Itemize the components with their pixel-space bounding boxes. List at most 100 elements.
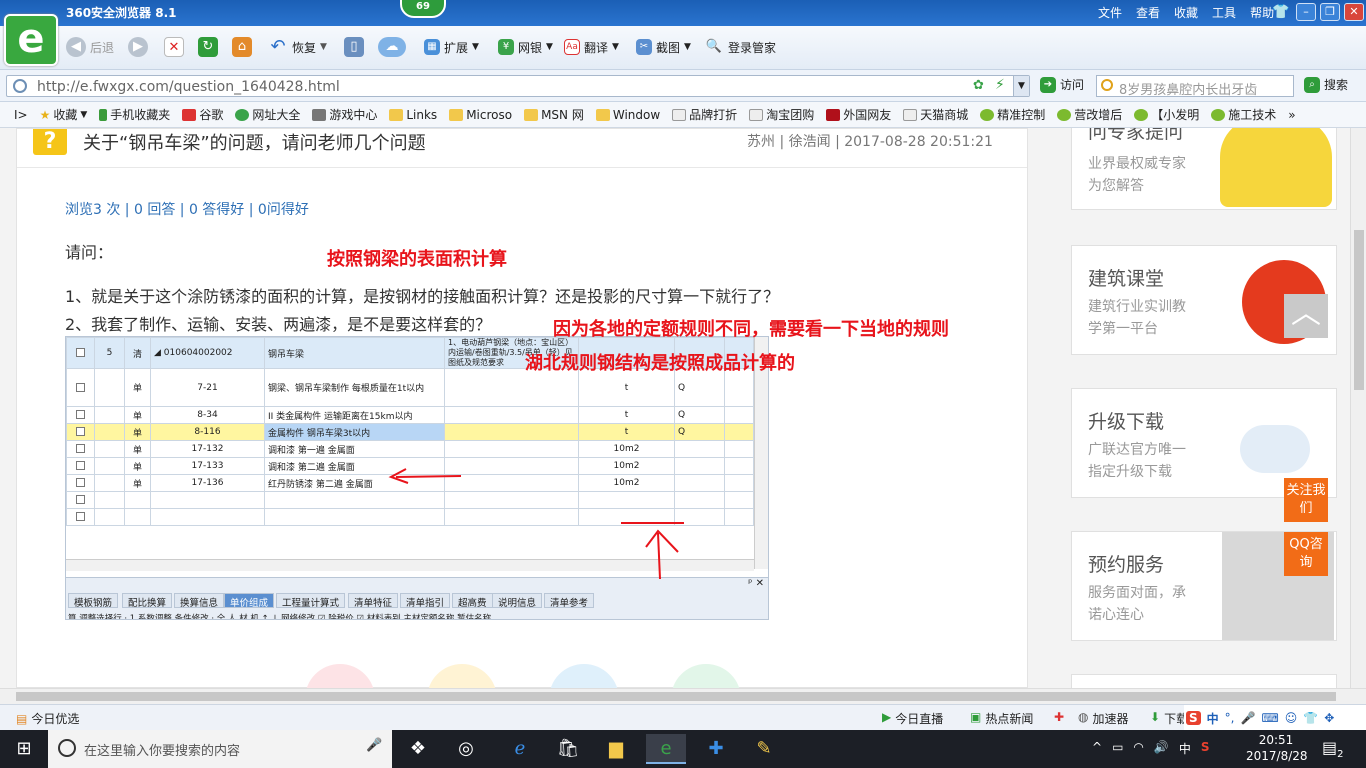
annotation-surface-area: 按照钢梁的表面积计算 (327, 249, 507, 270)
bookmark-item[interactable]: 手机收藏夹 (99, 106, 170, 123)
edge-legacy-icon[interactable]: ◎ (446, 734, 486, 764)
speed-icon: ◍ (1078, 710, 1089, 724)
clock[interactable]: 20:51 2017/8/28 (1246, 732, 1308, 764)
windows-start-icon[interactable]: ⊞ (4, 734, 44, 764)
bookmark-item[interactable]: 品牌打折 (672, 106, 737, 123)
follow-us-button[interactable]: 关注我们 (1284, 478, 1328, 522)
share-icon[interactable] (549, 664, 619, 688)
cloud-button[interactable]: ☁ (378, 34, 406, 60)
home-button[interactable]: ⌂ (232, 34, 252, 60)
ask-label: 请问： (65, 243, 114, 262)
folder-icon (595, 108, 610, 121)
star-icon[interactable] (427, 664, 497, 688)
ime-toolbar[interactable]: S 中 °, 🎤 ⌨ ☺ 👕 ✥ (1184, 705, 1366, 731)
sidebar-toggle-icon[interactable]: I> (14, 108, 28, 122)
back-button[interactable]: ◀ 后退 (66, 34, 114, 60)
bookmark-item[interactable]: 淘宝团购 (749, 106, 814, 123)
browser-360-icon[interactable]: e (646, 734, 686, 764)
bookmark-item[interactable]: 【小发明 (1134, 106, 1199, 123)
cortana-icon (58, 739, 76, 757)
translate-button[interactable]: Aa 翻译 ▼ (564, 34, 619, 60)
bookmark-item[interactable]: 谷歌 (182, 106, 223, 123)
menu-help[interactable]: 帮助 (1250, 4, 1274, 21)
menu-tools[interactable]: 工具 (1212, 4, 1236, 21)
divider (17, 167, 1027, 168)
arrow-right-icon: ▶ (128, 37, 148, 57)
maximize-button[interactable]: ❐ (1320, 3, 1340, 21)
menu-file[interactable]: 文件 (1098, 4, 1122, 21)
wifi-icon[interactable]: ◠ (1133, 740, 1143, 757)
bookmark-item[interactable]: 天猫商城 (903, 106, 968, 123)
bookmark-item[interactable]: Microso (449, 108, 512, 122)
bookmark-item[interactable]: MSN 网 (524, 106, 584, 123)
close-button[interactable]: ✕ (1344, 3, 1364, 21)
phone-button[interactable]: ▯ (344, 34, 364, 60)
minimize-button[interactable]: – (1296, 3, 1316, 21)
menu-view[interactable]: 查看 (1136, 4, 1160, 21)
lightning-icon[interactable]: ⚡ (995, 77, 1005, 93)
search-input[interactable]: 8岁男孩鼻腔内长出牙齿 (1096, 75, 1294, 98)
visit-button[interactable]: ➔ 访问 (1040, 76, 1084, 93)
browser-logo[interactable]: e (4, 14, 58, 66)
emoji-icon: ☺ (1284, 711, 1298, 725)
gamepad-icon (312, 108, 327, 121)
stop-button[interactable]: ✕ (164, 34, 184, 60)
bookmark-item[interactable]: 施工技术 (1211, 106, 1276, 123)
url-dropdown-icon[interactable]: ▼ (1013, 76, 1029, 96)
site-icon (235, 108, 250, 121)
sogou-tray-icon[interactable]: S (1201, 740, 1210, 757)
notification-icon[interactable]: ▤2 (1322, 738, 1344, 760)
bookmark-item[interactable]: Links (389, 108, 437, 122)
hot-news[interactable]: ▣ 热点新闻 (970, 710, 1033, 727)
score-badge[interactable]: 69 (400, 0, 446, 18)
horizontal-scrollbar[interactable] (0, 688, 1366, 704)
like-icon[interactable] (305, 664, 375, 688)
url-input[interactable]: http://e.fwxgx.com/question_1640428.html… (6, 75, 1030, 97)
forward-button[interactable]: ▶ (128, 34, 148, 60)
bookmark-favorites[interactable]: ★ 收藏 ▼ (40, 106, 88, 123)
scrollbar-thumb[interactable] (1354, 230, 1364, 390)
file-explorer-icon[interactable]: ▆ (596, 734, 636, 764)
key-icon: 🔍 (705, 39, 723, 54)
battery-icon[interactable]: ▭ (1112, 740, 1123, 757)
flag-icon (826, 108, 841, 121)
today-live[interactable]: ▶ 今日直播 (882, 710, 943, 727)
tray-expand-icon[interactable]: ^ (1092, 740, 1102, 757)
restore-button[interactable]: ↶ 恢复 ▼ (268, 34, 326, 60)
bookmark-item[interactable]: 营改增后 (1057, 106, 1122, 123)
bookmark-item[interactable]: 精准控制 (980, 106, 1045, 123)
refresh-button[interactable]: ↻ (198, 34, 218, 60)
skin-icon[interactable]: 👕 (1272, 4, 1289, 20)
back-to-top-button[interactable]: ︿ (1284, 294, 1328, 338)
task-view-icon[interactable]: ❖ (398, 734, 438, 764)
taskbar-search[interactable]: 在这里输入你要搜索的内容 🎤 (48, 730, 392, 768)
accelerator[interactable]: ◍ 加速器 (1078, 710, 1129, 727)
store-icon[interactable]: 🛍 (548, 734, 588, 764)
more-bookmarks-icon[interactable]: » (1288, 108, 1295, 122)
qq-consult-button[interactable]: QQ咨询 (1284, 532, 1328, 576)
screenshot-button[interactable]: ✂ 截图 ▼ (636, 34, 691, 60)
vertical-scrollbar[interactable] (1350, 128, 1366, 688)
today-picks[interactable]: ▤ 今日优选 (16, 710, 79, 727)
scrollbar-thumb[interactable] (16, 692, 1336, 701)
sidebar-expert[interactable]: 问专家提问 业界最权威专家 为您解答 (1071, 128, 1337, 210)
volume-icon[interactable]: 🔊 (1154, 740, 1169, 757)
bookmark-item[interactable]: 外国网友 (826, 106, 891, 123)
downloads[interactable]: ⬇ 下载 (1150, 710, 1188, 727)
menu-favorites[interactable]: 收藏 (1174, 4, 1198, 21)
bookmark-item[interactable]: Window (595, 108, 660, 122)
bookmark-item[interactable]: 游戏中心 (312, 106, 377, 123)
login-manager-button[interactable]: 🔍 登录管家 (704, 34, 776, 60)
bank-button[interactable]: ¥ 网银 ▼ (498, 34, 553, 60)
question-stats[interactable]: 浏览3 次 | 0 回答 | 0 答得好 | 0问得好 (65, 199, 309, 219)
notes-icon[interactable]: ✎ (744, 734, 784, 764)
edge-icon[interactable]: ℯ (500, 734, 540, 764)
up-icon[interactable] (671, 664, 741, 688)
search-button[interactable]: ⌕ 搜索 (1304, 76, 1348, 93)
extend-button[interactable]: ▦ 扩展 ▼ (424, 34, 479, 60)
plugin-icon[interactable]: ✚ (1054, 710, 1064, 724)
chat-icon (980, 108, 995, 121)
chat-icon (1211, 108, 1226, 121)
app-plus-icon[interactable]: ✚ (696, 734, 736, 764)
bookmark-item[interactable]: 网址大全 (235, 106, 300, 123)
